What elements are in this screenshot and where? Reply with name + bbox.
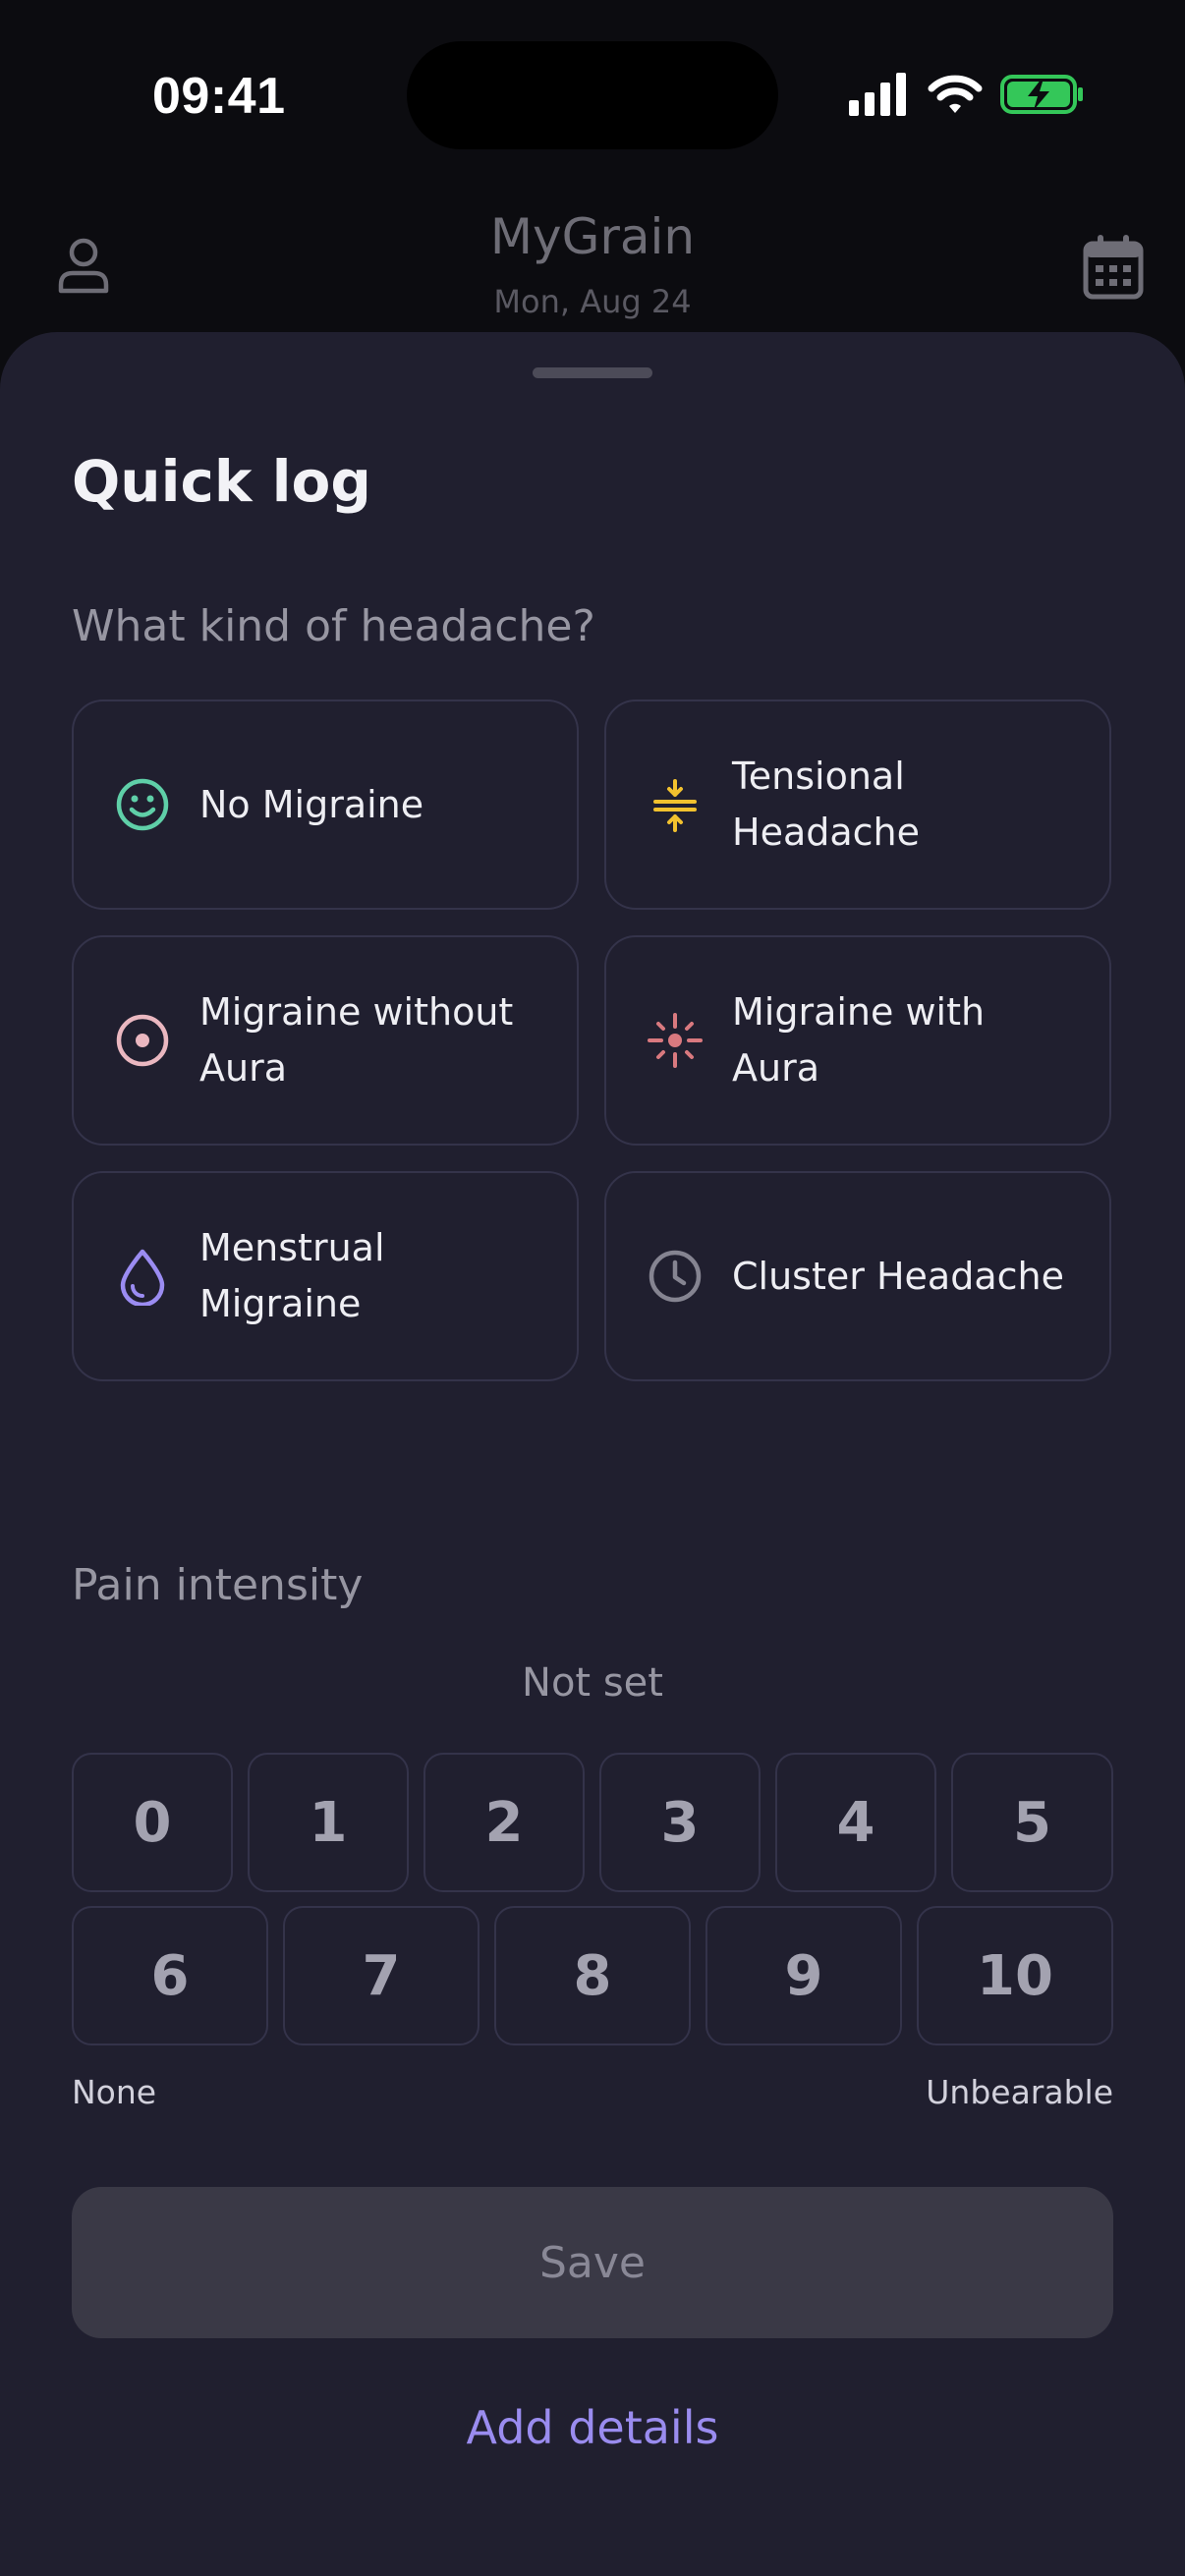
pain-level-1-button[interactable]: 1 <box>248 1753 409 1892</box>
quick-log-sheet: Quick log What kind of headache? No Migr… <box>0 332 1185 2576</box>
headache-type-label: Migraine with Aura <box>732 990 986 1090</box>
headache-type-migraine-with-aura[interactable]: Migraine with Aura <box>604 935 1111 1146</box>
pain-level-5-button[interactable]: 5 <box>951 1753 1113 1892</box>
pain-level-8-button[interactable]: 8 <box>494 1906 691 2045</box>
status-bar: 09:41 <box>0 0 1185 167</box>
scale-min-label: None <box>72 2073 157 2111</box>
header-date: Mon, Aug 24 <box>493 283 692 320</box>
battery-charging-icon <box>1000 75 1083 114</box>
pain-level-2-button[interactable]: 2 <box>423 1753 585 1892</box>
sheet-grabber[interactable] <box>533 367 652 378</box>
calendar-button[interactable] <box>1081 232 1146 301</box>
dynamic-island <box>407 41 778 149</box>
calendar-icon <box>1083 235 1144 300</box>
headache-type-menstrual-migraine[interactable]: Menstrual Migraine <box>72 1171 579 1381</box>
cellular-signal-icon <box>849 73 906 116</box>
pain-intensity-status: Not set <box>522 1660 663 1706</box>
sheet-title: Quick log <box>72 448 371 515</box>
headache-type-question: What kind of headache? <box>72 601 595 651</box>
scale-max-label: Unbearable <box>926 2073 1113 2111</box>
headache-type-label: Tensional Headache <box>732 755 921 854</box>
save-button[interactable]: Save <box>72 2187 1113 2338</box>
headache-type-label: Migraine without Aura <box>199 990 514 1090</box>
app-title: MyGrain <box>489 208 696 265</box>
pain-level-6-button[interactable]: 6 <box>72 1906 268 2045</box>
pain-level-4-button[interactable]: 4 <box>775 1753 936 1892</box>
headache-type-label: Cluster Headache <box>732 1254 1064 1298</box>
pain-level-7-button[interactable]: 7 <box>283 1906 480 2045</box>
clock-icon <box>646 1247 705 1306</box>
headache-type-cluster[interactable]: Cluster Headache <box>604 1171 1111 1381</box>
compress-icon <box>646 775 705 834</box>
target-icon <box>113 1011 172 1070</box>
smile-icon <box>113 775 172 834</box>
pain-level-3-button[interactable]: 3 <box>599 1753 761 1892</box>
droplet-icon <box>113 1247 172 1306</box>
headache-type-migraine-without-aura[interactable]: Migraine without Aura <box>72 935 579 1146</box>
aura-burst-icon <box>646 1011 705 1070</box>
wifi-icon <box>928 75 983 113</box>
pain-intensity-label: Pain intensity <box>72 1560 364 1610</box>
headache-type-no-migraine[interactable]: No Migraine <box>72 700 579 910</box>
pain-level-0-button[interactable]: 0 <box>72 1753 233 1892</box>
add-details-link[interactable]: Add details <box>0 2401 1185 2454</box>
app-header: MyGrain Mon, Aug 24 <box>0 187 1185 334</box>
headache-type-tensional[interactable]: Tensional Headache <box>604 700 1111 910</box>
headache-type-label: Menstrual Migraine <box>199 1226 385 1325</box>
status-time: 09:41 <box>152 68 286 125</box>
pain-level-9-button[interactable]: 9 <box>705 1906 902 2045</box>
pain-level-10-button[interactable]: 10 <box>917 1906 1113 2045</box>
headache-type-label: No Migraine <box>199 782 424 826</box>
